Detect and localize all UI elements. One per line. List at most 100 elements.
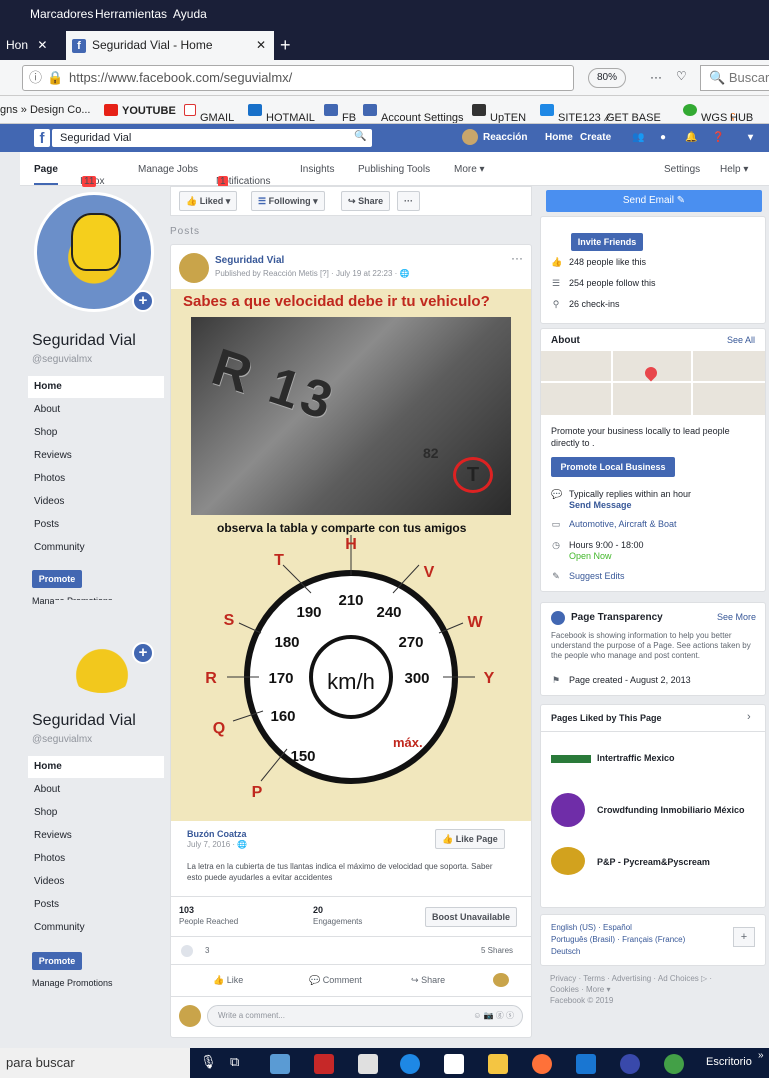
comment-button[interactable]: 💬 Comment bbox=[309, 975, 362, 986]
language-links[interactable]: Português (Brasil) · Français (France) bbox=[551, 935, 685, 944]
sidebar-item-videos[interactable]: Videos bbox=[28, 871, 164, 893]
app-icon[interactable] bbox=[620, 1054, 640, 1074]
address-input[interactable]: ⓘ 🔒 https://www.facebook.com/seguvialmx/ bbox=[22, 65, 574, 91]
invite-friends-button[interactable]: Invite Friends bbox=[571, 233, 643, 251]
sidebar-item-reviews[interactable]: Reviews bbox=[28, 825, 164, 847]
share-as-avatar[interactable] bbox=[493, 973, 509, 987]
add-photo-icon[interactable]: + bbox=[132, 290, 154, 312]
sidebar-item-posts[interactable]: Posts bbox=[28, 894, 164, 916]
page-handle[interactable]: @seguvialmx bbox=[32, 354, 92, 365]
footer-links[interactable]: Privacy · Terms · Advertising · Ad Choic… bbox=[550, 974, 712, 983]
manage-promotions-link[interactable]: Manage Promotions bbox=[32, 978, 113, 988]
tab-active[interactable]: f Seguridad Vial - Home ✕ bbox=[66, 31, 274, 60]
tab-insights[interactable]: Insights bbox=[300, 164, 334, 175]
sidebar-item-shop[interactable]: Shop bbox=[28, 422, 164, 444]
chevron-right-icon[interactable]: › bbox=[747, 711, 751, 723]
suggest-edits-row[interactable]: ✎ Suggest Edits bbox=[551, 571, 624, 582]
bookmark-item[interactable]: gns » Design Co... bbox=[0, 104, 91, 116]
search-icon[interactable]: 🔍 bbox=[354, 131, 366, 142]
avatar[interactable] bbox=[462, 129, 478, 145]
map[interactable] bbox=[541, 351, 765, 415]
more-button[interactable]: ··· bbox=[397, 191, 420, 211]
post-author[interactable]: Seguridad Vial bbox=[215, 255, 284, 266]
promote-button[interactable]: Promote bbox=[32, 570, 82, 588]
sidebar-item-home[interactable]: Home bbox=[28, 756, 164, 778]
app-icon[interactable] bbox=[576, 1054, 596, 1074]
shared-page-name[interactable]: Buzón Coatza bbox=[187, 829, 247, 839]
profile-link[interactable]: Reacción bbox=[483, 132, 527, 143]
bookmark-account-settings[interactable]: Account Settings bbox=[363, 104, 464, 123]
facebook-logo-icon[interactable]: f bbox=[34, 129, 50, 147]
firefox-icon[interactable] bbox=[532, 1054, 552, 1074]
comment-tools-icon[interactable]: ☺ 📷 ⓖ ⓢ bbox=[473, 1006, 514, 1026]
add-language-button[interactable]: + bbox=[733, 927, 755, 947]
liked-page-item[interactable]: P&P - Pycream&Pyscream bbox=[597, 857, 710, 867]
tab-previous[interactable]: Hon ✕ bbox=[6, 31, 47, 60]
search-box[interactable]: 🔍 Buscar bbox=[700, 65, 769, 91]
follows-row[interactable]: ☰ 254 people follow this bbox=[551, 278, 656, 289]
nav-home[interactable]: Home bbox=[545, 132, 573, 143]
sidebar-item-about[interactable]: About bbox=[28, 399, 164, 421]
category-row[interactable]: ▭ Automotive, Aircraft & Boat bbox=[551, 519, 677, 530]
sidebar-item-videos[interactable]: Videos bbox=[28, 491, 164, 513]
tab-page[interactable]: Page bbox=[34, 164, 58, 185]
chevron-down-icon[interactable]: ▾ bbox=[748, 132, 753, 143]
sidebar-item-posts[interactable]: Posts bbox=[28, 514, 164, 536]
bookmark-youtube[interactable]: YOUTUBE bbox=[104, 104, 176, 117]
like-page-button[interactable]: 👍 Like Page bbox=[435, 829, 505, 849]
like-button[interactable]: 👍 Like bbox=[213, 975, 243, 986]
post-options-icon[interactable]: ··· bbox=[511, 251, 523, 265]
app-icon[interactable] bbox=[270, 1054, 290, 1074]
tab-manage-jobs[interactable]: Manage Jobs bbox=[138, 164, 198, 175]
language-links[interactable]: Deutsch bbox=[551, 947, 580, 956]
sidebar-item-community[interactable]: Community bbox=[28, 537, 164, 559]
see-more-link[interactable]: See More bbox=[717, 612, 756, 622]
page-handle[interactable]: @seguvialmx bbox=[32, 734, 92, 745]
new-tab-icon[interactable]: + bbox=[280, 31, 291, 60]
add-photo-icon[interactable]: + bbox=[132, 642, 154, 664]
likes-row[interactable]: 👍 248 people like this bbox=[551, 257, 646, 268]
reaction-count[interactable]: 3 bbox=[205, 946, 209, 955]
following-button[interactable]: ☰ Following ▾ bbox=[251, 191, 325, 211]
taskbar-search[interactable]: para buscar bbox=[0, 1048, 190, 1078]
post-image[interactable]: Sabes a que velocidad debe ir tu vehicul… bbox=[171, 289, 531, 821]
share-action-button[interactable]: ↪ Share bbox=[411, 975, 445, 986]
sidebar-item-home[interactable]: Home bbox=[28, 376, 164, 398]
task-view-icon[interactable]: ⧉ bbox=[230, 1054, 239, 1070]
avatar[interactable] bbox=[179, 253, 209, 283]
sidebar-item-shop[interactable]: Shop bbox=[28, 802, 164, 824]
menu-bookmarks[interactable]: Marcadores bbox=[30, 7, 93, 21]
liked-page-item[interactable]: Crowdfunding Inmobiliario México bbox=[597, 805, 745, 815]
tab-more[interactable]: More ▾ bbox=[454, 164, 485, 175]
bookmark-site123[interactable]: SITE123 bbox=[540, 104, 601, 123]
calculator-icon[interactable] bbox=[358, 1054, 378, 1074]
liked-button[interactable]: 👍 Liked ▾ bbox=[179, 191, 238, 211]
promote-button[interactable]: Promote bbox=[32, 952, 82, 970]
reaction-icon[interactable] bbox=[181, 945, 193, 957]
share-button[interactable]: ↪ Share bbox=[341, 191, 391, 211]
menu-tools[interactable]: Herramientas bbox=[95, 7, 167, 21]
promote-local-business-button[interactable]: Promote Local Business bbox=[551, 457, 675, 477]
edge-icon[interactable] bbox=[400, 1054, 420, 1074]
footer-links[interactable]: Cookies · More ▾ bbox=[550, 985, 610, 994]
sidebar-item-photos[interactable]: Photos bbox=[28, 468, 164, 490]
bookmark-gmail[interactable]: GMAIL bbox=[184, 104, 234, 123]
notifications-icon[interactable]: 🔔 bbox=[685, 132, 697, 143]
close-icon[interactable]: ✕ bbox=[256, 31, 266, 60]
search-input[interactable]: Seguridad Vial bbox=[52, 129, 372, 147]
send-email-button[interactable]: Send Email ✎ bbox=[546, 190, 762, 212]
liked-page-item[interactable]: Intertraffic Mexico bbox=[597, 753, 675, 763]
sidebar-item-photos[interactable]: Photos bbox=[28, 848, 164, 870]
info-icon[interactable]: ⓘ bbox=[29, 66, 42, 90]
boost-button[interactable]: Boost Unavailable bbox=[425, 907, 518, 927]
share-count[interactable]: 5 Shares bbox=[481, 946, 513, 955]
bookmark-fb[interactable]: FB bbox=[324, 104, 356, 123]
tab-help[interactable]: Help ▾ bbox=[720, 164, 748, 175]
comment-input[interactable]: Write a comment... ☺ 📷 ⓖ ⓢ bbox=[207, 1005, 523, 1027]
sidebar-item-community[interactable]: Community bbox=[28, 917, 164, 939]
bookmark-hotmail[interactable]: HOTMAIL bbox=[248, 104, 315, 123]
tab-settings[interactable]: Settings bbox=[664, 164, 700, 175]
folder-icon[interactable] bbox=[488, 1054, 508, 1074]
nav-create[interactable]: Create bbox=[580, 132, 611, 143]
language-links[interactable]: English (US) · Español bbox=[551, 923, 632, 932]
